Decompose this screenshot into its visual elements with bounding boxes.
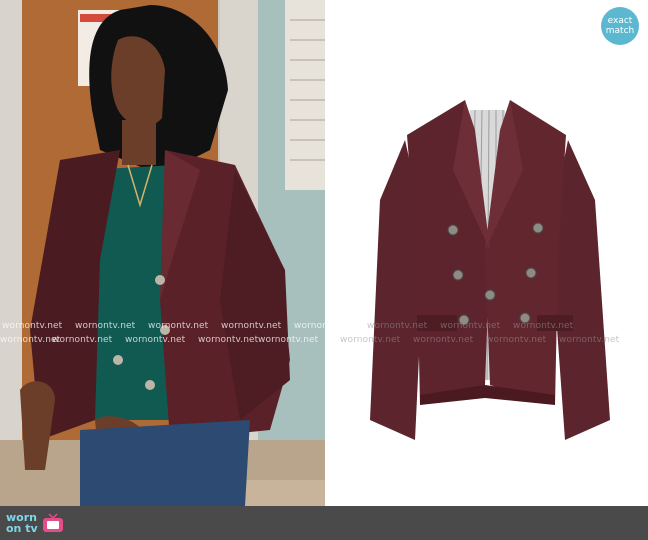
celebrity-photo-illustration — [0, 0, 325, 506]
badge-line-1: exact — [607, 16, 633, 26]
watermark: wornontv.net — [221, 321, 282, 331]
logo-text: worn on tv — [6, 512, 38, 534]
watermark: wornontv.net — [486, 335, 547, 345]
watermark: wornontv.net — [340, 335, 401, 345]
watermark: wornontv.net — [2, 321, 63, 331]
watermark: wornontv.net — [559, 335, 620, 345]
watermark: wornontv.net — [513, 321, 574, 331]
watermark: wornontv.net — [52, 335, 113, 345]
logo-line-2: on tv — [6, 522, 38, 535]
badge-line-2: match — [605, 26, 635, 36]
wornontv-logo[interactable]: worn on tv — [6, 509, 64, 537]
watermark: wornontv.net — [148, 321, 209, 331]
watermark: wornontv.net — [413, 335, 474, 345]
watermark: wornontv.net — [75, 321, 136, 331]
footer-bar: worn on tv — [0, 506, 648, 540]
outfit-card: exact match wornontv.net wornontv.net wo… — [0, 0, 648, 540]
watermark: wornontv.net — [125, 335, 186, 345]
watermark: wornontv.net — [198, 335, 259, 345]
celebrity-photo — [0, 0, 325, 506]
watermark: wornontv.net — [258, 335, 319, 345]
product-photo — [325, 0, 648, 506]
tv-icon — [42, 513, 63, 532]
watermark: wornontv.net — [294, 321, 355, 331]
leather-jacket-illustration — [325, 0, 648, 506]
watermark: wornontv.net — [440, 321, 501, 331]
watermark: wornontv.net — [367, 321, 428, 331]
exact-match-badge: exact match — [601, 7, 639, 45]
